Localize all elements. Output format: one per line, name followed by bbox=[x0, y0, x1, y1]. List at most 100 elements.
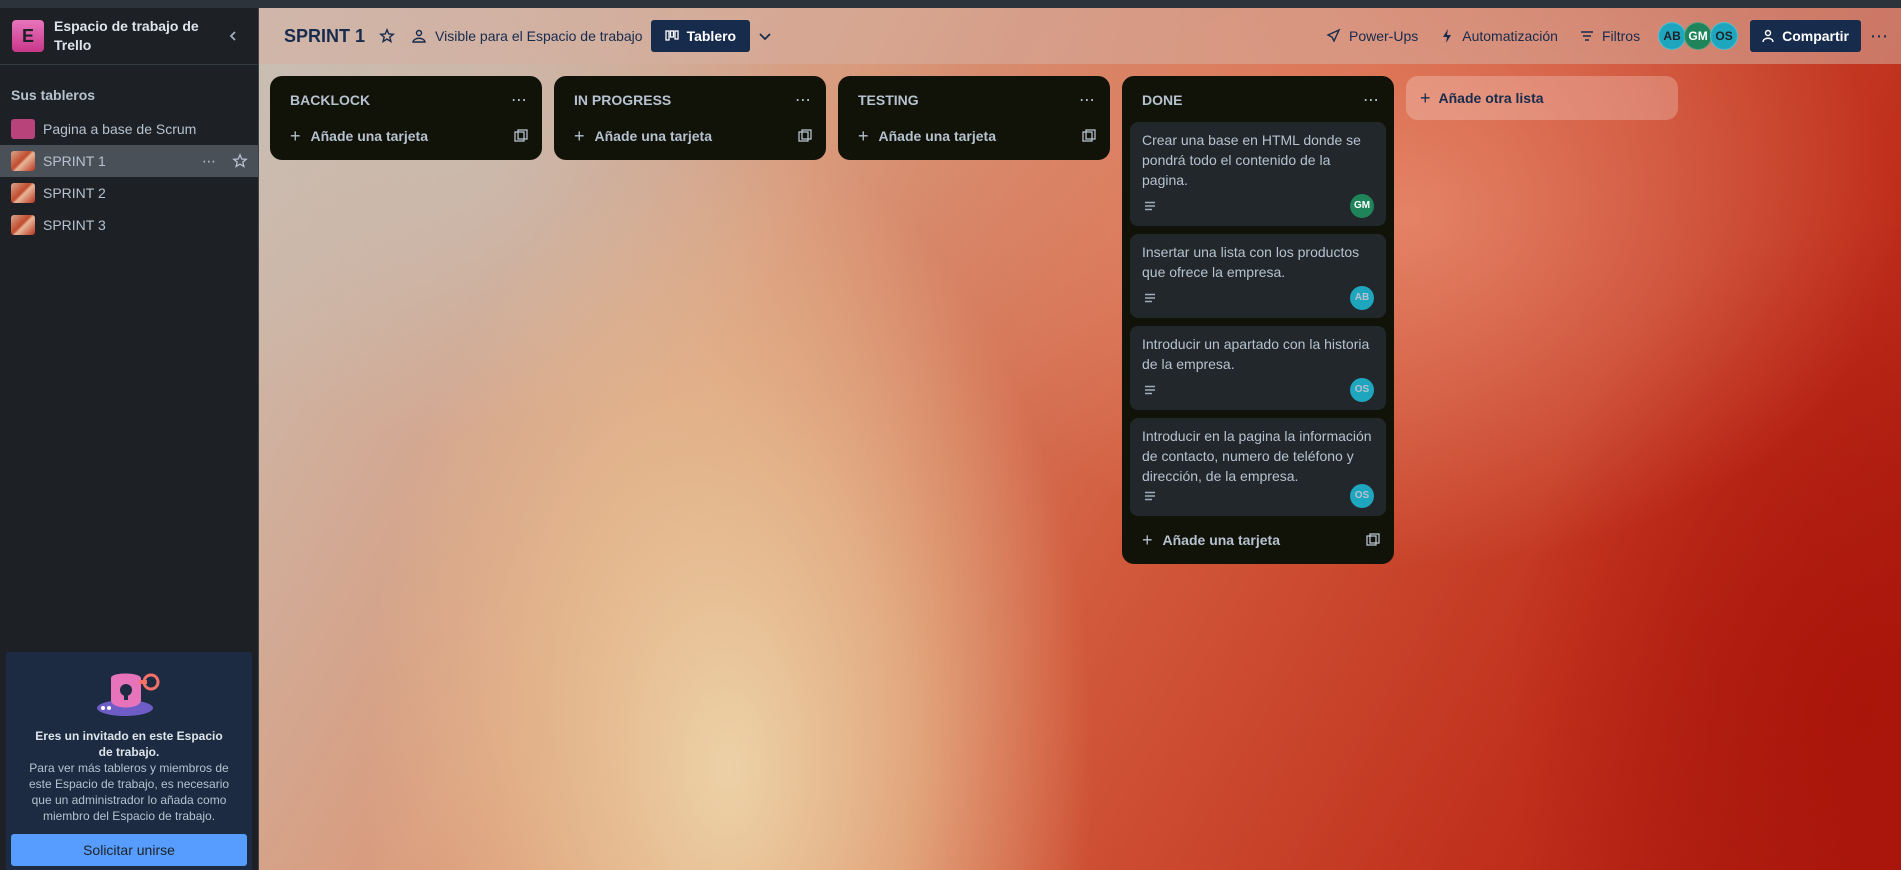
card-title: Introducir un apartado con la historia d… bbox=[1142, 336, 1370, 372]
board-header: SPRINT 1 Visible para el Espacio de trab… bbox=[259, 8, 1901, 64]
card-member-avatar[interactable]: GM bbox=[1350, 194, 1374, 218]
star-board-button[interactable] bbox=[371, 20, 403, 52]
card-title: Crear una base en HTML donde se pondrá t… bbox=[1142, 132, 1361, 188]
card-title: Insertar una lista con los productos que… bbox=[1142, 244, 1360, 280]
board-view-label: Tablero bbox=[686, 28, 737, 44]
sidebar-board-label: SPRINT 1 bbox=[43, 153, 106, 169]
plus-icon: + bbox=[858, 125, 869, 146]
card-template-icon[interactable] bbox=[798, 129, 812, 143]
workspace-name[interactable]: Espacio de trabajo de Trello bbox=[54, 17, 204, 55]
board-lists: BACKLOCK ⋯ + Añade una tarjeta IN PROGRE… bbox=[270, 76, 1678, 564]
sidebar-board-label: SPRINT 3 bbox=[43, 217, 106, 233]
list-testing: TESTING ⋯ + Añade una tarjeta bbox=[838, 76, 1110, 160]
sidebar-board-sprint-1[interactable]: SPRINT 1 ⋯ bbox=[0, 145, 258, 177]
list-title[interactable]: TESTING bbox=[858, 92, 919, 108]
visibility-button[interactable]: Visible para el Espacio de trabajo bbox=[403, 20, 651, 52]
visibility-label: Visible para el Espacio de trabajo bbox=[435, 28, 643, 44]
list-menu-icon[interactable]: ⋯ bbox=[795, 90, 812, 110]
plus-icon: + bbox=[1142, 529, 1153, 550]
lightning-icon bbox=[1443, 29, 1452, 43]
automation-label: Automatización bbox=[1462, 28, 1558, 44]
list-header[interactable]: DONE ⋯ bbox=[1130, 84, 1386, 116]
list-header[interactable]: TESTING ⋯ bbox=[846, 84, 1102, 116]
description-icon bbox=[1145, 385, 1155, 395]
board-menu-button[interactable]: ⋯ bbox=[1867, 26, 1891, 47]
request-join-button[interactable]: Solicitar unirse bbox=[11, 834, 247, 866]
list-menu-icon[interactable]: ⋯ bbox=[1363, 90, 1380, 110]
board-title[interactable]: SPRINT 1 bbox=[284, 26, 371, 47]
collapse-sidebar-button[interactable] bbox=[220, 23, 246, 49]
add-card-button[interactable]: + Añade una tarjeta bbox=[278, 120, 534, 152]
add-person-icon bbox=[1762, 29, 1774, 43]
card[interactable]: Introducir en la pagina la información d… bbox=[1130, 418, 1386, 516]
add-card-label: Añade una tarjeta bbox=[310, 128, 428, 144]
card-template-icon[interactable] bbox=[514, 129, 528, 143]
card-member-avatar[interactable]: OS bbox=[1350, 484, 1374, 508]
guest-lock-illustration bbox=[97, 673, 160, 716]
list-backlock: BACKLOCK ⋯ + Añade una tarjeta bbox=[270, 76, 542, 160]
filter-icon bbox=[1580, 31, 1593, 41]
list-title[interactable]: BACKLOCK bbox=[290, 92, 370, 108]
guest-notice: Eres un invitado en este Espacio de trab… bbox=[6, 652, 252, 870]
your-boards-heading: Sus tableros bbox=[11, 87, 96, 103]
filters-label: Filtros bbox=[1601, 28, 1641, 44]
sidebar-board-label: SPRINT 2 bbox=[43, 185, 106, 201]
description-icon bbox=[1145, 491, 1155, 501]
chevron-left-icon bbox=[229, 31, 236, 41]
board-thumbnail bbox=[11, 119, 35, 139]
guest-notice-title: Eres un invitado en este Espacio de trab… bbox=[35, 729, 223, 759]
workspace-logo[interactable]: E bbox=[12, 20, 44, 52]
share-button[interactable]: Compartir bbox=[1750, 20, 1861, 52]
board-thumbnail bbox=[11, 215, 35, 235]
plus-icon: + bbox=[1420, 87, 1431, 108]
card[interactable]: Introducir un apartado con la historia d… bbox=[1130, 326, 1386, 410]
chevron-down-icon bbox=[759, 33, 771, 41]
browser-top-strip bbox=[0, 0, 1901, 8]
add-card-label: Añade una tarjeta bbox=[594, 128, 712, 144]
list-title[interactable]: IN PROGRESS bbox=[574, 92, 671, 108]
add-card-button[interactable]: + Añade una tarjeta bbox=[846, 120, 1102, 152]
board-canvas: SPRINT 1 Visible para el Espacio de trab… bbox=[259, 8, 1901, 870]
add-card-button[interactable]: + Añade una tarjeta bbox=[562, 120, 818, 152]
list-header[interactable]: IN PROGRESS ⋯ bbox=[562, 84, 818, 116]
powerups-button[interactable]: Power-Ups bbox=[1317, 20, 1426, 52]
board-thumbnail bbox=[11, 183, 35, 203]
automation-button[interactable]: Automatización bbox=[1432, 20, 1566, 52]
card[interactable]: Crear una base en HTML donde se pondrá t… bbox=[1130, 122, 1386, 226]
card-member-avatar[interactable]: OS bbox=[1350, 378, 1374, 402]
description-icon bbox=[1145, 293, 1155, 303]
add-card-button[interactable]: + Añade una tarjeta bbox=[1130, 524, 1386, 556]
list-done: DONE ⋯ Crear una base en HTML donde se p… bbox=[1122, 76, 1394, 564]
add-list-button[interactable]: + Añade otra lista bbox=[1406, 76, 1678, 120]
description-icon bbox=[1145, 201, 1155, 211]
member-avatar[interactable]: AB bbox=[1658, 22, 1687, 50]
workspace-visible-icon bbox=[412, 29, 426, 43]
more-icon[interactable]: ⋯ bbox=[202, 153, 216, 170]
member-avatar[interactable]: GM bbox=[1684, 22, 1713, 50]
card-member-avatar[interactable]: AB bbox=[1350, 286, 1374, 310]
add-list-label: Añade otra lista bbox=[1438, 90, 1544, 106]
share-label: Compartir bbox=[1782, 28, 1849, 44]
list-in-progress: IN PROGRESS ⋯ + Añade una tarjeta bbox=[554, 76, 826, 160]
add-card-label: Añade una tarjeta bbox=[878, 128, 996, 144]
sidebar-board-pagina-scrum[interactable]: Pagina a base de Scrum bbox=[0, 113, 258, 145]
workspace-header: E Espacio de trabajo de Trello bbox=[0, 8, 258, 65]
star-icon[interactable] bbox=[232, 152, 248, 169]
list-menu-icon[interactable]: ⋯ bbox=[511, 90, 528, 110]
member-avatar[interactable]: OS bbox=[1710, 22, 1739, 50]
list-header[interactable]: BACKLOCK ⋯ bbox=[278, 84, 534, 116]
list-title[interactable]: DONE bbox=[1142, 92, 1182, 108]
card-template-icon[interactable] bbox=[1366, 533, 1380, 547]
switch-view-button[interactable] bbox=[750, 20, 780, 52]
star-icon bbox=[379, 28, 396, 43]
filters-button[interactable]: Filtros bbox=[1572, 20, 1648, 52]
card-template-icon[interactable] bbox=[1082, 129, 1096, 143]
powerups-label: Power-Ups bbox=[1349, 28, 1419, 44]
card[interactable]: Insertar una lista con los productos que… bbox=[1130, 234, 1386, 318]
sidebar-board-label: Pagina a base de Scrum bbox=[43, 121, 197, 137]
sidebar-board-sprint-2[interactable]: SPRINT 2 bbox=[0, 177, 258, 209]
board-view-button[interactable]: Tablero bbox=[650, 20, 751, 52]
list-menu-icon[interactable]: ⋯ bbox=[1079, 90, 1096, 110]
board-view-icon bbox=[664, 30, 679, 41]
sidebar-board-sprint-3[interactable]: SPRINT 3 bbox=[0, 209, 258, 241]
